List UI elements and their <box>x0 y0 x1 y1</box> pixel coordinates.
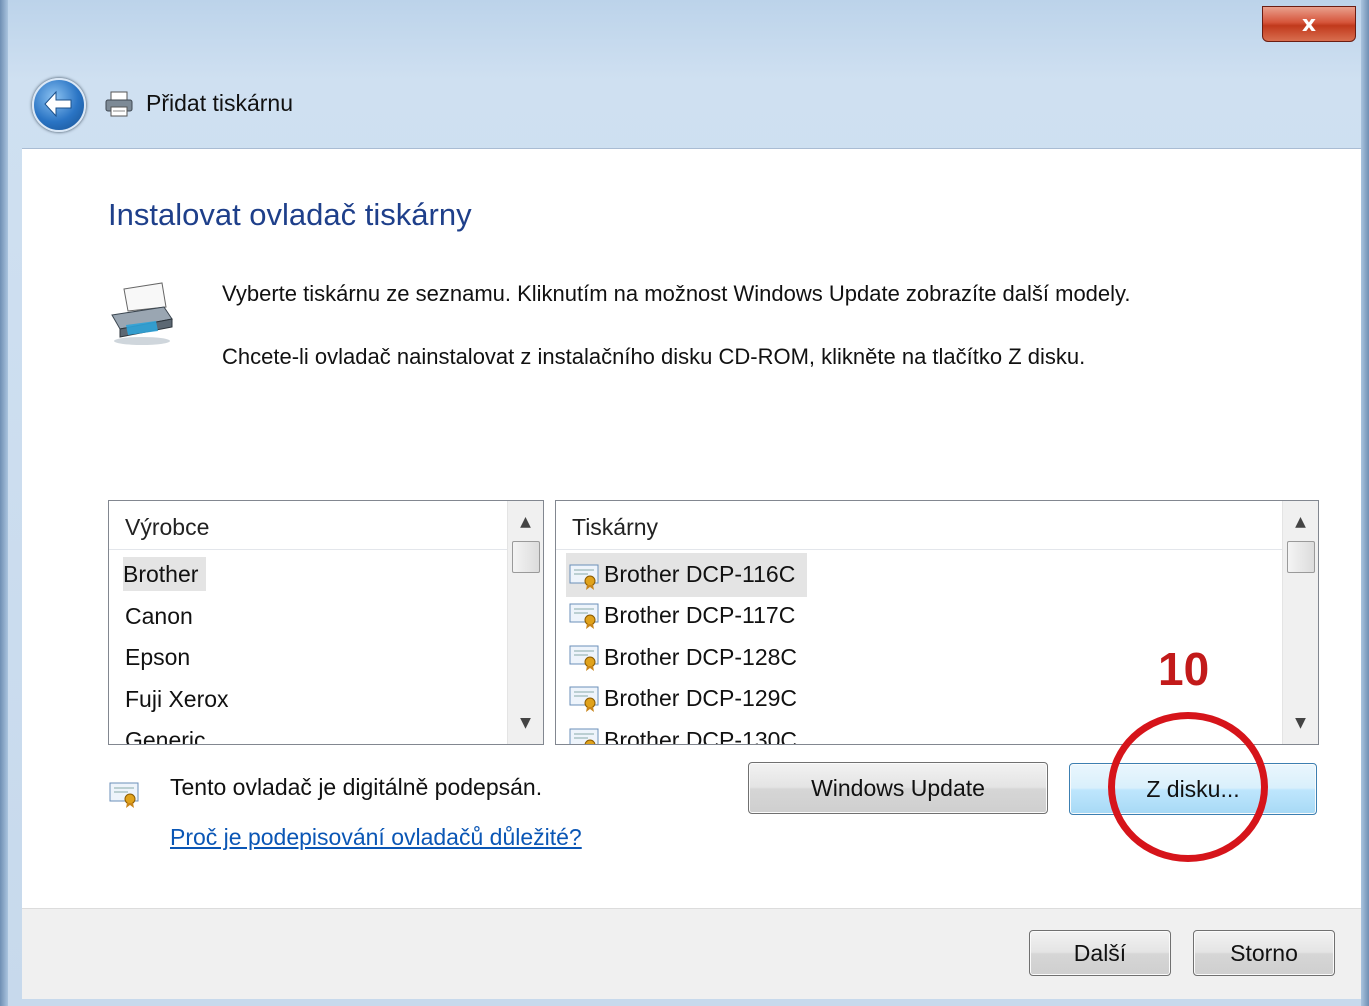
cancel-button[interactable]: Storno <box>1193 930 1335 976</box>
printer-item-label: Brother DCP-130C <box>604 726 798 744</box>
manufacturer-item[interactable]: Brother <box>109 553 507 595</box>
scroll-up-icon[interactable]: ▲ <box>1283 507 1318 537</box>
title-bar: Přidat tiskárnu <box>24 70 924 150</box>
instruction-text: Chcete-li ovladač nainstalovat z instala… <box>222 344 1086 369</box>
printer-icon <box>111 282 173 345</box>
certificate-icon <box>569 564 599 590</box>
scroll-down-icon[interactable]: ▼ <box>1283 708 1318 738</box>
instruction-text: Vyberte tiskárnu ze seznamu. Kliknutím n… <box>222 281 1131 306</box>
manufacturer-item[interactable]: Canon <box>109 595 507 637</box>
scroll-thumb[interactable] <box>512 541 540 573</box>
printer-item-label: Brother DCP-129C <box>604 685 798 712</box>
printer-icon <box>105 91 133 117</box>
manufacturer-list[interactable]: Výrobce Brother Canon Epson Fuji Xerox G… <box>108 500 544 745</box>
back-arrow-icon <box>44 90 72 118</box>
signature-info-link[interactable]: Proč je podepisování ovladačů důležité? <box>170 824 582 851</box>
manufacturer-item[interactable]: Epson <box>109 636 507 678</box>
printer-item-label: Brother DCP-117C <box>604 602 796 629</box>
certificate-icon <box>569 728 599 744</box>
printer-list[interactable]: Tiskárny Brother DCP-116C Brother DCP-11… <box>555 500 1319 745</box>
annotation-number: 10 <box>1158 643 1210 695</box>
printer-item-label: Brother DCP-128C <box>604 643 798 670</box>
printer-item[interactable]: Brother DCP-116C <box>556 553 1282 597</box>
printer-scrollbar[interactable]: ▲ ▼ <box>1282 501 1318 744</box>
manufacturer-scrollbar[interactable]: ▲ ▼ <box>507 501 543 744</box>
certificate-icon <box>569 603 599 630</box>
windows-update-button[interactable]: Windows Update <box>748 762 1048 814</box>
scroll-thumb[interactable] <box>1287 541 1315 573</box>
printer-item-label: Brother DCP-116C <box>604 560 796 587</box>
manufacturer-item[interactable]: Generic <box>109 719 507 744</box>
certificate-icon <box>569 645 599 671</box>
button-bar: Další Storno <box>22 908 1361 999</box>
back-button[interactable] <box>32 78 86 132</box>
window-border-left <box>0 0 8 1006</box>
manufacturer-column-header: Výrobce <box>109 501 507 550</box>
printer-column-header: Tiskárny <box>556 501 1282 550</box>
annotation-circle <box>1108 712 1268 862</box>
manufacturer-item-label: Brother <box>123 557 207 591</box>
close-button[interactable]: x <box>1262 6 1356 42</box>
scroll-up-icon[interactable]: ▲ <box>508 507 543 537</box>
next-button[interactable]: Další <box>1029 930 1171 976</box>
page-title: Instalovat ovladač tiskárny <box>108 197 472 232</box>
certificate-icon <box>109 782 139 808</box>
window-title: Přidat tiskárnu <box>146 90 294 116</box>
certificate-icon <box>569 686 599 713</box>
window-border-right <box>1361 0 1369 1006</box>
manufacturer-item[interactable]: Fuji Xerox <box>109 678 507 720</box>
close-icon: x <box>1301 11 1317 37</box>
signature-status: Tento ovladač je digitálně podepsán. <box>170 774 543 800</box>
printer-item[interactable]: Brother DCP-117C <box>556 595 1282 637</box>
scroll-down-icon[interactable]: ▼ <box>508 708 543 738</box>
